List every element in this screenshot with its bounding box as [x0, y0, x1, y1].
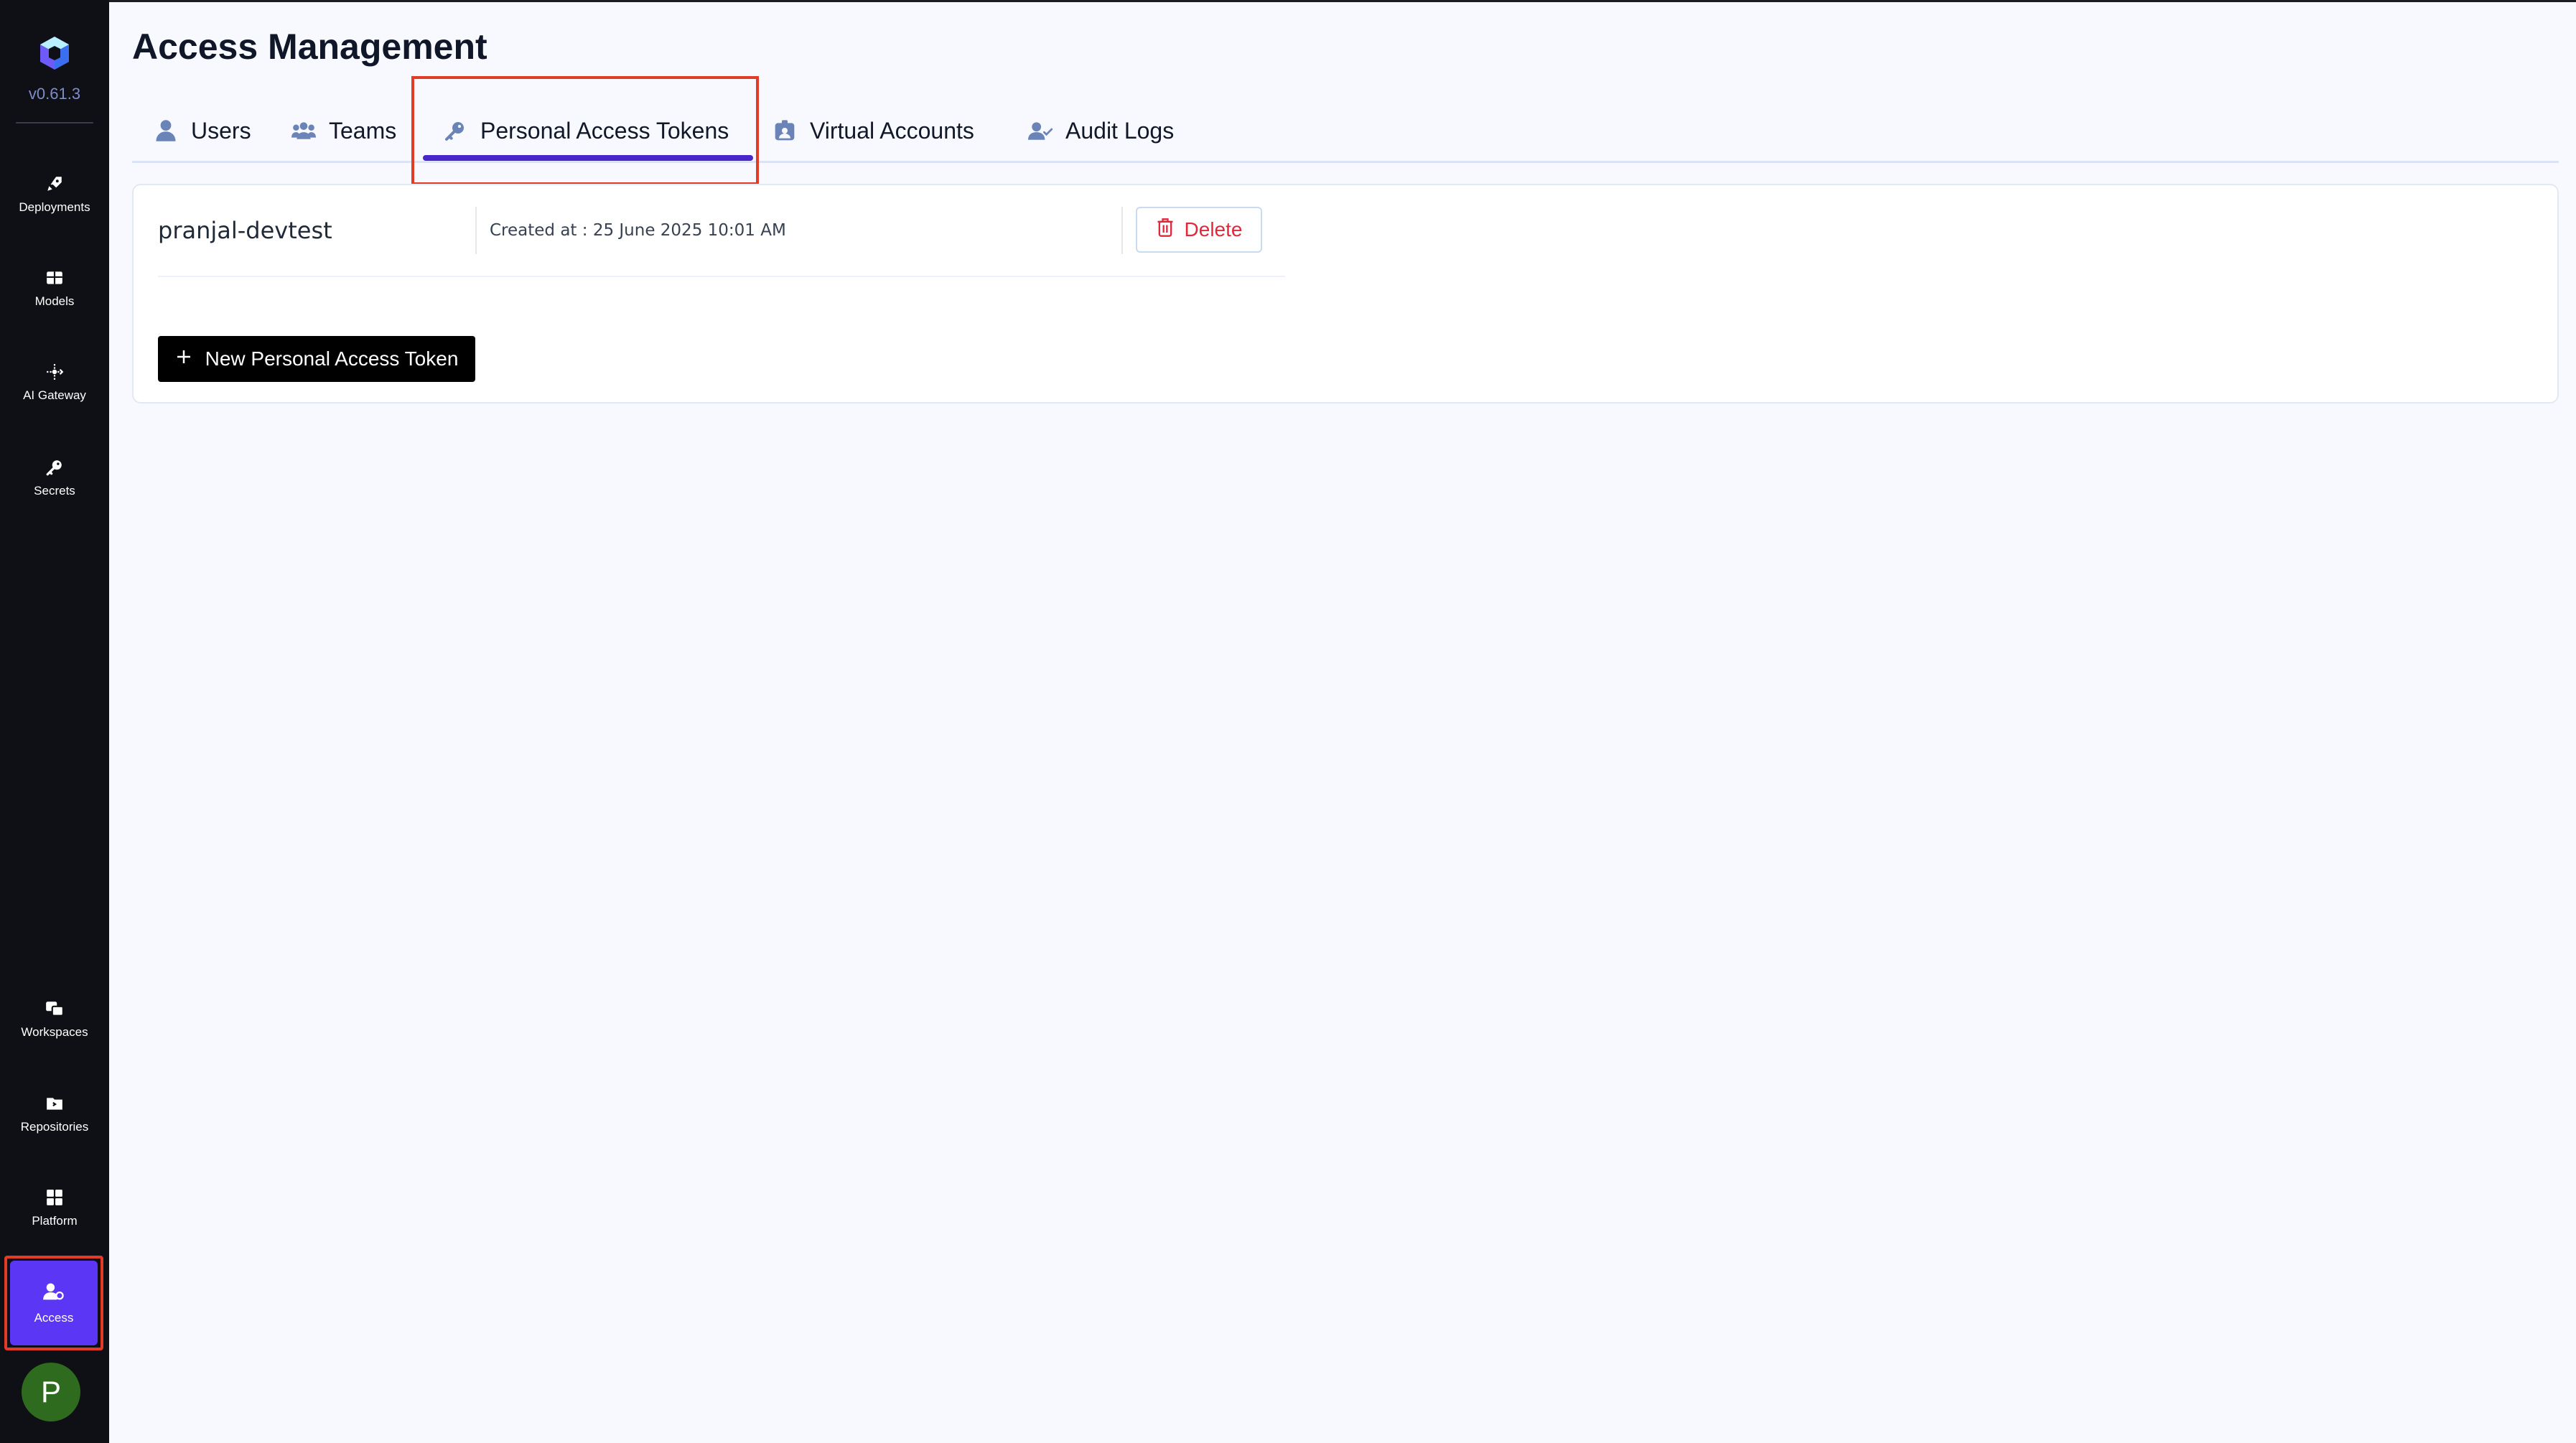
token-created-at: Created at : 25 June 2025 10:01 AM	[490, 221, 786, 240]
tokens-card: pranjal-devtest Created at : 25 June 202…	[132, 184, 2559, 403]
token-row: pranjal-devtest Created at : 25 June 202…	[158, 207, 1285, 277]
sidebar-item-models[interactable]: Models	[0, 248, 109, 327]
tab-label: Teams	[329, 117, 397, 144]
workspaces-icon	[44, 998, 65, 1019]
app-version: v0.61.3	[28, 85, 81, 103]
plus-icon	[175, 347, 192, 370]
sidebar-item-label: Deployments	[19, 200, 90, 214]
user-icon	[154, 118, 178, 143]
sidebar-item-label: Secrets	[34, 484, 75, 498]
sidebar-item-label: Models	[34, 294, 75, 308]
new-token-label: New Personal Access Token	[205, 347, 459, 370]
sidebar: v0.61.3 Deployments Models AI Gateway Se…	[0, 0, 109, 1443]
column-divider	[475, 207, 477, 254]
tab-label: Virtual Accounts	[810, 117, 974, 144]
highlight-box-access	[4, 1256, 103, 1350]
sidebar-item-deployments[interactable]: Deployments	[0, 154, 109, 233]
sidebar-divider	[16, 122, 93, 123]
rocket-icon	[44, 173, 65, 195]
delete-token-button[interactable]: Delete	[1136, 207, 1262, 253]
sidebar-item-workspaces[interactable]: Workspaces	[0, 979, 109, 1058]
tab-users[interactable]: Users	[154, 101, 251, 161]
sidebar-item-label: Repositories	[20, 1120, 89, 1134]
avatar[interactable]: P	[22, 1363, 80, 1421]
id-badge-icon	[773, 118, 797, 143]
tab-teams[interactable]: Teams	[291, 101, 396, 161]
sidebar-item-ai-gateway[interactable]: AI Gateway	[0, 342, 109, 421]
key-icon	[44, 457, 65, 478]
highlight-box-tab	[411, 76, 759, 185]
folder-icon	[44, 1093, 65, 1114]
sidebar-item-platform[interactable]: Platform	[0, 1168, 109, 1247]
new-personal-access-token-button[interactable]: New Personal Access Token	[158, 336, 475, 382]
sidebar-item-label: Platform	[32, 1214, 78, 1228]
sidebar-item-secrets[interactable]: Secrets	[0, 438, 109, 517]
sidebar-item-label: Workspaces	[21, 1025, 88, 1039]
sidebar-item-repositories[interactable]: Repositories	[0, 1074, 109, 1153]
trash-icon	[1156, 218, 1175, 243]
gateway-icon	[44, 361, 65, 383]
page-title: Access Management	[132, 27, 487, 67]
logo-icon[interactable]	[36, 34, 73, 72]
tab-audit-logs[interactable]: Audit Logs	[1028, 101, 1174, 161]
tab-label: Users	[191, 117, 251, 144]
sidebar-item-label: AI Gateway	[23, 388, 86, 402]
tab-virtual-accounts[interactable]: Virtual Accounts	[773, 101, 974, 161]
column-divider	[1121, 207, 1123, 254]
delete-label: Delete	[1184, 218, 1243, 240]
token-name: pranjal-devtest	[158, 217, 332, 244]
window-top-border	[0, 0, 2576, 2]
users-icon	[291, 118, 316, 143]
tab-label: Audit Logs	[1065, 117, 1175, 144]
grid-icon	[44, 267, 65, 289]
apps-icon	[44, 1187, 65, 1208]
user-check-icon	[1028, 118, 1053, 143]
